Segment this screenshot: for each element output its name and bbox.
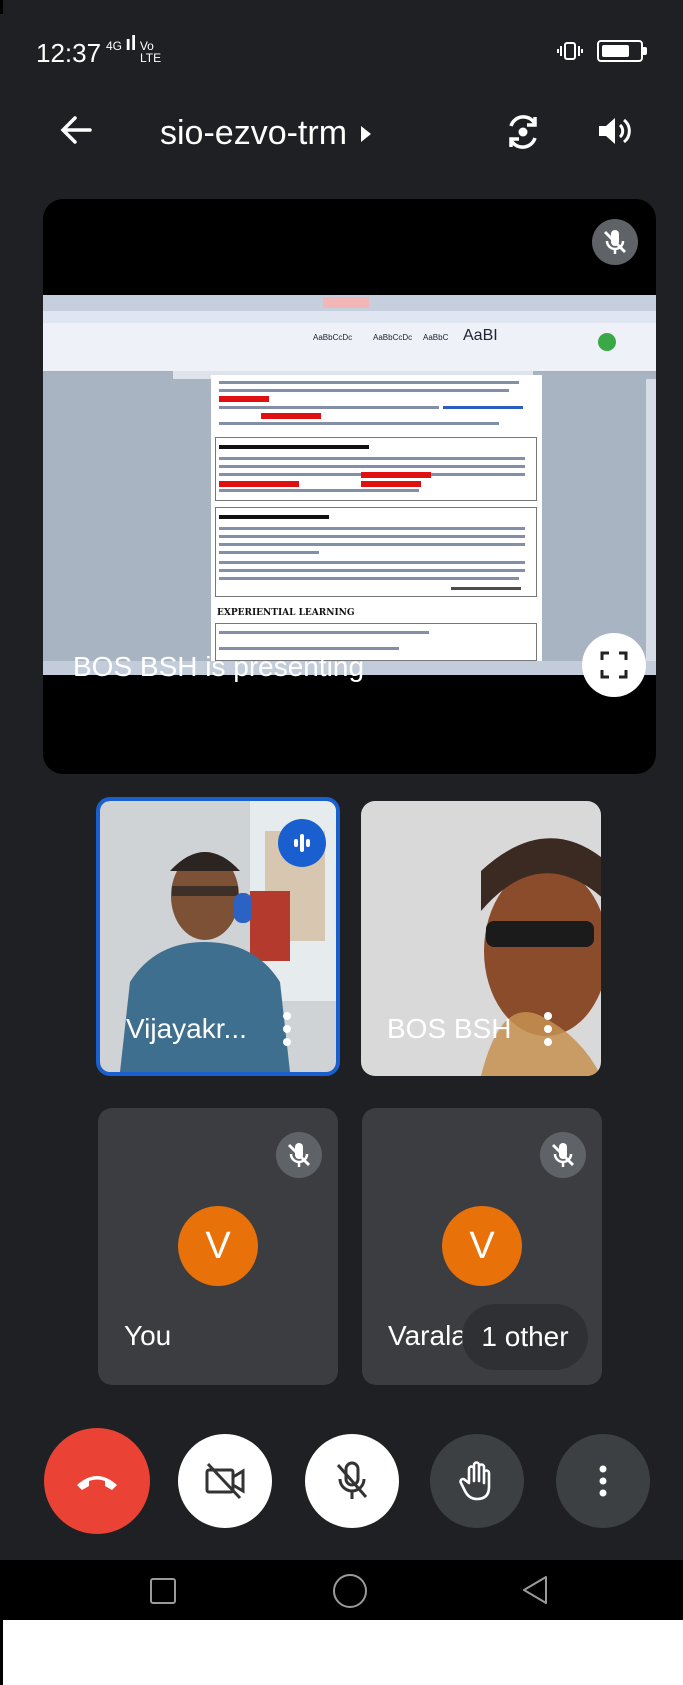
home-icon[interactable] [333,1574,367,1608]
speaking-indicator [278,819,326,867]
raise-hand-button[interactable] [430,1434,524,1528]
page-margin [0,1620,683,1685]
more-options-icon[interactable] [280,1009,294,1049]
switch-camera-icon[interactable] [503,112,543,152]
meeting-code: sio-ezvo-trm [160,114,348,152]
hang-up-icon [77,1476,117,1490]
camera-off-icon [205,1462,245,1500]
audio-level-icon [294,834,310,852]
vibrate-icon [557,42,583,60]
mic-toggle-button[interactable] [305,1434,399,1528]
fullscreen-icon [600,651,628,679]
others-chip[interactable]: 1 other [462,1304,588,1370]
participant-name: Varala [388,1320,467,1351]
back-arrow-icon[interactable] [58,112,94,148]
caret-right-icon [361,125,372,142]
battery-icon [597,40,647,62]
avatar: V [442,1206,522,1286]
participant-name: BOS BSH [387,1013,512,1044]
status-bar: 12:37 4G ıl Vo LTE [0,0,683,100]
mic-off-icon [540,1132,586,1178]
hand-icon [459,1461,491,1501]
end-call-button[interactable] [44,1428,150,1534]
meet-screen: 12:37 4G ıl Vo LTE sio-ezvo-trm AaBI AaB… [0,0,683,1620]
more-options-icon[interactable] [541,1009,555,1049]
meeting-title[interactable]: sio-ezvo-trm [160,114,372,153]
signal-icon: ıl [125,33,137,55]
speaker-icon[interactable] [596,114,632,148]
document-heading: EXPERIENTIAL LEARNING [217,608,355,618]
network-indicator: 4G ıl Vo LTE [106,33,162,65]
participant-tile-vijayakr[interactable]: Vijayakr... [96,797,340,1076]
document-page: EXPERIENTIAL LEARNING [211,375,542,661]
mic-off-icon [276,1132,322,1178]
participant-tile-bos-bsh[interactable]: BOS BSH [361,801,601,1076]
back-icon[interactable] [520,1574,550,1606]
presenting-label: BOS BSH is presenting [73,651,365,682]
more-vert-icon [599,1465,607,1497]
clock: 12:37 [36,38,102,68]
navigation-bar [0,1560,683,1620]
participant-name: You [124,1320,172,1351]
mic-off-icon [592,219,638,265]
presentation-tile[interactable]: AaBI AaBbCcDc AaBbCcDc AaBbC EXPERIENTIA… [43,199,656,774]
participant-tile-you[interactable]: V You [98,1108,338,1385]
avatar: V [178,1206,258,1286]
top-bar: sio-ezvo-trm [0,100,683,180]
fullscreen-button[interactable] [582,633,646,697]
recents-icon[interactable] [150,1578,176,1604]
participant-name: Vijayakr... [126,1013,247,1044]
more-options-button[interactable] [556,1434,650,1528]
shared-screen: AaBI AaBbCcDc AaBbCcDc AaBbC EXPERIENTIA… [43,295,656,675]
mic-off-icon [336,1461,368,1499]
camera-toggle-button[interactable] [178,1434,272,1528]
